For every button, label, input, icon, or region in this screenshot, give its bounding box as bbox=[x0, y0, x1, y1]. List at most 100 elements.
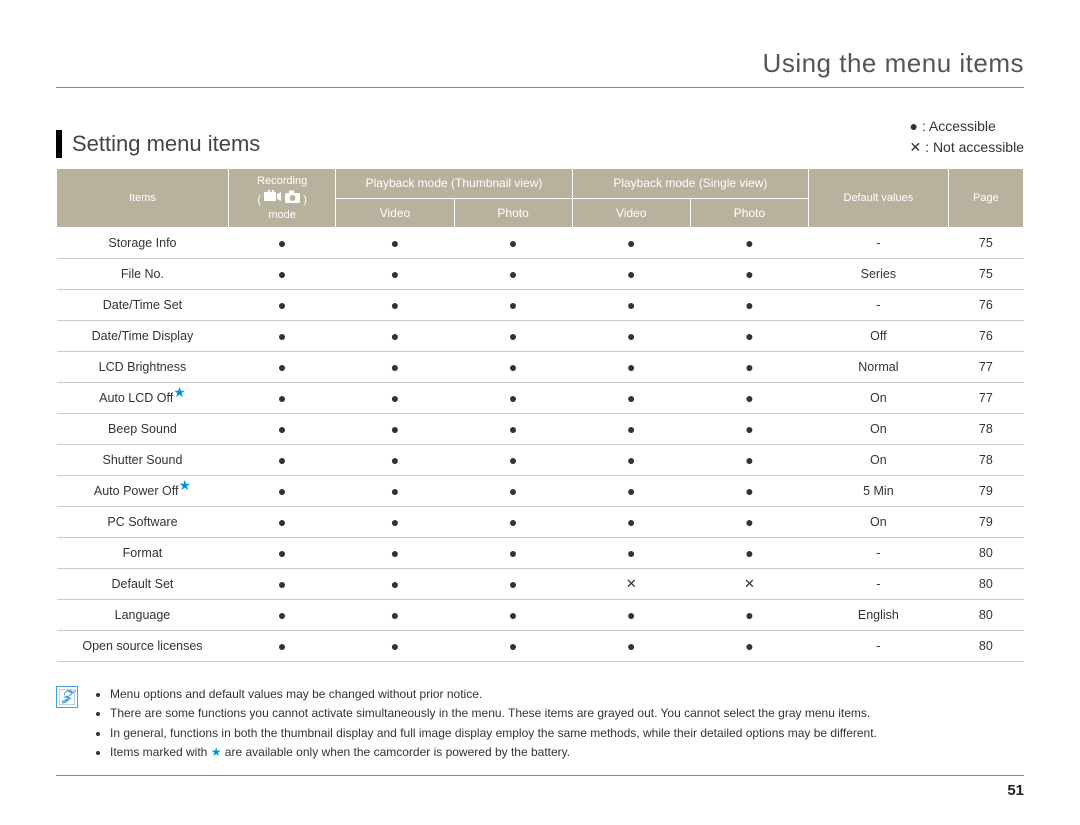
col-thumb-video: Video bbox=[336, 198, 454, 228]
legend-dot-icon: ● bbox=[910, 118, 918, 134]
table-row: Storage Info●●●●●-75 bbox=[57, 228, 1024, 259]
access-cell: ● bbox=[454, 352, 572, 383]
table-body: Storage Info●●●●●-75File No.●●●●●Series7… bbox=[57, 228, 1024, 662]
access-cell: ● bbox=[690, 352, 808, 383]
item-name: Shutter Sound bbox=[57, 445, 229, 476]
table-row: Open source licenses●●●●●-80 bbox=[57, 631, 1024, 662]
item-name: Auto Power Off★ bbox=[57, 476, 229, 507]
access-cell: ● bbox=[572, 259, 690, 290]
star-icon: ★ bbox=[173, 384, 186, 400]
access-cell: ● bbox=[454, 228, 572, 259]
page-ref: 75 bbox=[948, 259, 1023, 290]
paren-open: ( bbox=[257, 194, 261, 206]
page-title: Using the menu items bbox=[56, 48, 1024, 88]
default-value: - bbox=[809, 228, 949, 259]
paren-close: ) bbox=[303, 194, 307, 206]
note-item: There are some functions you cannot acti… bbox=[110, 705, 877, 722]
access-cell: ● bbox=[228, 445, 335, 476]
access-cell: ● bbox=[454, 290, 572, 321]
col-page: Page bbox=[948, 169, 1023, 228]
access-cell: ● bbox=[228, 321, 335, 352]
access-cell: ● bbox=[572, 321, 690, 352]
table-row: LCD Brightness●●●●●Normal77 bbox=[57, 352, 1024, 383]
note-icon: 𝓩 bbox=[56, 686, 78, 708]
default-value: On bbox=[809, 383, 949, 414]
access-cell: ● bbox=[336, 228, 454, 259]
default-value: - bbox=[809, 569, 949, 600]
photo-mode-icon bbox=[285, 190, 300, 203]
access-cell: ● bbox=[690, 538, 808, 569]
heading-bar bbox=[56, 130, 62, 158]
access-cell: ● bbox=[336, 383, 454, 414]
item-name: Open source licenses bbox=[57, 631, 229, 662]
item-name: LCD Brightness bbox=[57, 352, 229, 383]
access-cell: ● bbox=[690, 600, 808, 631]
default-value: - bbox=[809, 631, 949, 662]
access-cell: ● bbox=[572, 383, 690, 414]
item-name: Format bbox=[57, 538, 229, 569]
page-ref: 79 bbox=[948, 507, 1023, 538]
access-cell: ● bbox=[690, 383, 808, 414]
recording-label-bottom: mode bbox=[235, 209, 329, 221]
access-cell: ● bbox=[228, 476, 335, 507]
default-value: English bbox=[809, 600, 949, 631]
access-cell: ● bbox=[228, 507, 335, 538]
access-cell: ● bbox=[690, 228, 808, 259]
access-cell: ● bbox=[572, 228, 690, 259]
default-value: - bbox=[809, 538, 949, 569]
access-cell: ● bbox=[336, 321, 454, 352]
default-value: On bbox=[809, 414, 949, 445]
access-cell: ● bbox=[454, 538, 572, 569]
item-name: File No. bbox=[57, 259, 229, 290]
access-cell: ● bbox=[690, 259, 808, 290]
page-ref: 77 bbox=[948, 352, 1023, 383]
default-value: Series bbox=[809, 259, 949, 290]
note-item: Items marked with ★ are available only w… bbox=[110, 744, 877, 761]
star-icon: ★ bbox=[211, 745, 222, 759]
legend-accessible-label: : Accessible bbox=[918, 118, 996, 134]
section-title-text: Setting menu items bbox=[72, 131, 260, 157]
access-cell: ● bbox=[336, 259, 454, 290]
col-thumb-photo: Photo bbox=[454, 198, 572, 228]
access-cell: ● bbox=[228, 538, 335, 569]
access-cell: ● bbox=[336, 445, 454, 476]
access-cell: ● bbox=[572, 414, 690, 445]
col-single-photo: Photo bbox=[690, 198, 808, 228]
page-ref: 80 bbox=[948, 569, 1023, 600]
page-ref: 76 bbox=[948, 290, 1023, 321]
access-cell: ● bbox=[690, 414, 808, 445]
legend-x-icon: ✕ bbox=[910, 139, 922, 155]
star-icon: ★ bbox=[178, 477, 191, 493]
col-defaults: Default values bbox=[809, 169, 949, 228]
notes-box: 𝓩 Menu options and default values may be… bbox=[56, 686, 1024, 764]
access-cell: ● bbox=[454, 569, 572, 600]
access-cell: ● bbox=[336, 569, 454, 600]
access-cell: ● bbox=[454, 631, 572, 662]
access-cell: ✕ bbox=[572, 569, 690, 600]
col-single: Playback mode (Single view) bbox=[572, 169, 808, 199]
table-row: Language●●●●●English80 bbox=[57, 600, 1024, 631]
access-cell: ● bbox=[228, 352, 335, 383]
table-row: File No.●●●●●Series75 bbox=[57, 259, 1024, 290]
section-heading: Setting menu items bbox=[56, 130, 260, 158]
table-row: Date/Time Display●●●●●Off76 bbox=[57, 321, 1024, 352]
item-name: Auto LCD Off★ bbox=[57, 383, 229, 414]
access-cell: ● bbox=[454, 414, 572, 445]
page-number: 51 bbox=[56, 775, 1024, 799]
item-name: Date/Time Display bbox=[57, 321, 229, 352]
page-ref: 80 bbox=[948, 538, 1023, 569]
table-header: Items Recording ( ) mode Playback mode (… bbox=[57, 169, 1024, 228]
access-cell: ● bbox=[690, 631, 808, 662]
note-item: Menu options and default values may be c… bbox=[110, 686, 877, 703]
access-cell: ● bbox=[228, 259, 335, 290]
item-name: Default Set bbox=[57, 569, 229, 600]
table-row: Date/Time Set●●●●●-76 bbox=[57, 290, 1024, 321]
access-cell: ● bbox=[336, 414, 454, 445]
access-cell: ● bbox=[690, 321, 808, 352]
item-name: Language bbox=[57, 600, 229, 631]
page-ref: 80 bbox=[948, 600, 1023, 631]
recording-label-top: Recording bbox=[235, 175, 329, 187]
access-cell: ● bbox=[690, 445, 808, 476]
access-cell: ● bbox=[336, 631, 454, 662]
access-cell: ● bbox=[336, 600, 454, 631]
